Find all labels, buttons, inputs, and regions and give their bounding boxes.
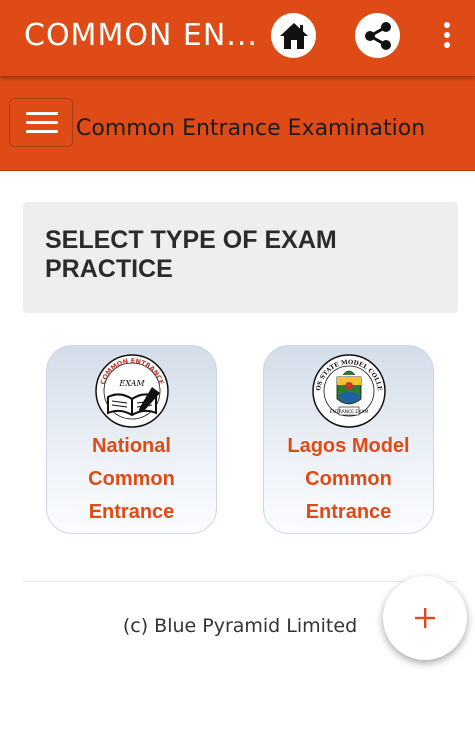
- lagos-crest-logo-icon: LAGOS STATE MODEL COLLEGES ENTRANCE EXAM: [311, 353, 386, 428]
- card-label: Lagos Model Common Entrance: [287, 435, 410, 523]
- hamburger-menu-icon: [26, 112, 58, 115]
- svg-text:EXAM: EXAM: [118, 379, 145, 388]
- exam-type-header: SELECT TYPE OF EXAM PRACTICE: [23, 202, 458, 313]
- home-button[interactable]: [271, 13, 316, 58]
- svg-text:ENTRANCE EXAM: ENTRANCE EXAM: [330, 409, 369, 415]
- share-icon: [364, 21, 391, 50]
- menu-toggle-button[interactable]: [9, 98, 73, 147]
- lagos-model-common-entrance-card[interactable]: LAGOS STATE MODEL COLLEGES ENTRANCE EXAM…: [263, 345, 434, 534]
- book-pen-logo-icon: COMMON ENTRANCE EXAM: [95, 354, 169, 428]
- overflow-menu-button[interactable]: [432, 18, 462, 54]
- card-label: National Common Entrance: [88, 435, 175, 523]
- nav-bar: Common Entrance Examination: [0, 76, 475, 171]
- share-button[interactable]: [355, 13, 400, 58]
- home-icon: [279, 22, 308, 49]
- app-bar: COMMON EN...: [0, 0, 475, 76]
- plus-icon: [415, 608, 435, 628]
- footer-divider: [23, 581, 458, 582]
- app-title: COMMON EN...: [24, 18, 258, 53]
- more-vert-icon: [444, 22, 450, 48]
- add-fab-button[interactable]: [383, 576, 467, 660]
- national-common-entrance-card[interactable]: COMMON ENTRANCE EXAM National Common Ent…: [46, 345, 217, 534]
- page-heading: SELECT TYPE OF EXAM PRACTICE: [45, 226, 337, 283]
- nav-title: Common Entrance Examination: [76, 116, 426, 141]
